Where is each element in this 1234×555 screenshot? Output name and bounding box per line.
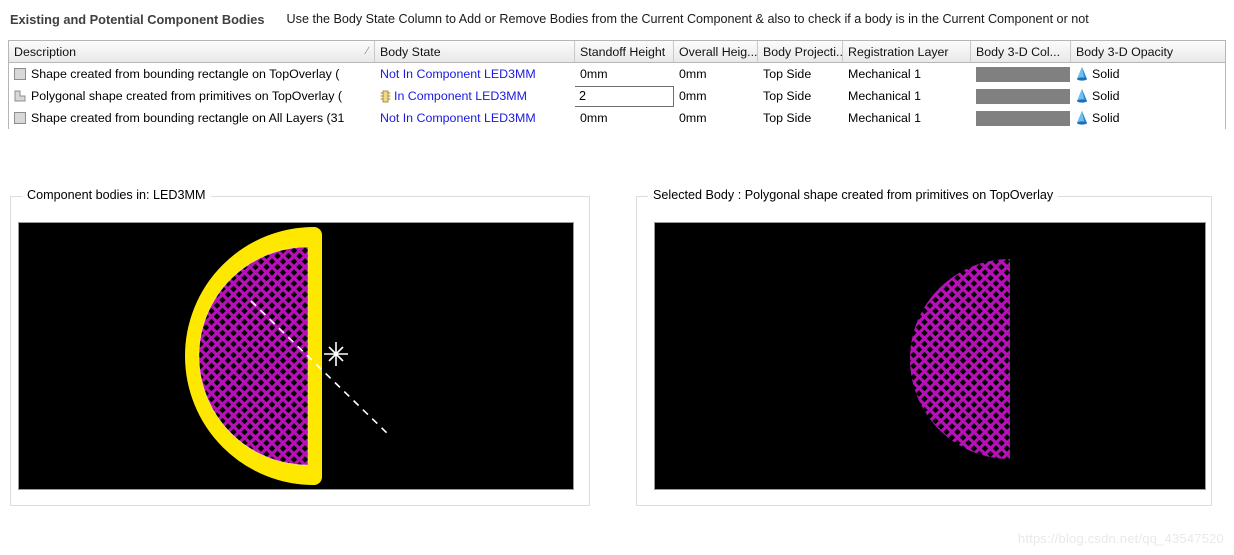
column-header-body-3d-color[interactable]: Body 3-D Col... (971, 41, 1071, 62)
page-header: Existing and Potential Component Bodies … (0, 0, 1234, 38)
selected-body-preview[interactable] (654, 222, 1206, 490)
cone-icon (1076, 111, 1088, 125)
cell-registration-layer[interactable]: Mechanical 1 (843, 85, 971, 107)
cell-standoff-height-text: 0mm (580, 111, 608, 125)
cell-description[interactable]: Shape created from bounding rectangle on… (9, 107, 375, 129)
component-bodies-group-label: Component bodies in: LED3MM (22, 188, 211, 202)
cell-body-projection-text: Top Side (763, 111, 812, 125)
cell-body-3d-opacity[interactable]: Solid (1071, 85, 1225, 107)
cell-body-state-text: Not In Component LED3MM (380, 67, 536, 81)
component-chip-icon (380, 90, 391, 103)
cell-body-projection[interactable]: Top Side (758, 63, 843, 85)
column-header-registration-layer[interactable]: Registration Layer (843, 41, 971, 62)
cell-registration-layer[interactable]: Mechanical 1 (843, 107, 971, 129)
column-header-description[interactable]: Description / (9, 41, 375, 62)
cell-registration-layer-text: Mechanical 1 (848, 67, 922, 81)
column-header-body-3d-opacity[interactable]: Body 3-D Opacity (1071, 41, 1225, 62)
column-header-overall-height[interactable]: Overall Heig... (674, 41, 758, 62)
table-row[interactable]: Polygonal shape created from primitives … (9, 85, 1225, 107)
cell-description-text: Shape created from bounding rectangle on… (31, 67, 340, 81)
cell-body-projection-text: Top Side (763, 89, 812, 103)
cell-registration-layer-text: Mechanical 1 (848, 89, 922, 103)
cone-icon (1076, 67, 1088, 81)
cell-body-3d-opacity-text: Solid (1092, 67, 1120, 81)
cell-body-state-text: In Component LED3MM (394, 89, 527, 103)
cell-standoff-height[interactable]: 0mm (575, 107, 674, 129)
cell-standoff-height-text: 0mm (580, 67, 608, 81)
column-header-body-state-label: Body State (380, 44, 441, 59)
column-header-standoff-height-label: Standoff Height (580, 44, 666, 59)
cell-description[interactable]: Polygonal shape created from primitives … (9, 85, 375, 107)
cell-body-3d-color[interactable] (971, 85, 1071, 107)
column-header-overall-height-label: Overall Heig... (679, 44, 758, 59)
cone-icon (1076, 89, 1088, 103)
table-row[interactable]: Shape created from bounding rectangle on… (9, 107, 1225, 129)
sort-indicator-icon: / (363, 45, 371, 57)
rectangle-shape-icon (14, 112, 26, 124)
cell-body-3d-opacity[interactable]: Solid (1071, 63, 1225, 85)
table-row[interactable]: Shape created from bounding rectangle on… (9, 63, 1225, 85)
polygon-shape-icon (14, 90, 26, 102)
cell-body-3d-opacity-text: Solid (1092, 111, 1120, 125)
color-swatch[interactable] (976, 110, 1070, 126)
cell-body-3d-opacity[interactable]: Solid (1071, 107, 1225, 129)
color-swatch[interactable] (976, 88, 1070, 104)
cell-body-3d-color[interactable] (971, 107, 1071, 129)
component-bodies-preview[interactable] (18, 222, 574, 490)
selected-body-preview-canvas (655, 223, 1205, 489)
cell-overall-height-text: 0mm (679, 67, 707, 81)
watermark: https://blog.csdn.net/qq_43547520 (1017, 531, 1224, 546)
column-header-body-projection[interactable]: Body Projecti... (758, 41, 843, 62)
column-header-body-state[interactable]: Body State (375, 41, 575, 62)
cell-overall-height[interactable]: 0mm (674, 85, 758, 107)
cell-body-state[interactable]: Not In Component LED3MM (375, 107, 575, 129)
cell-body-projection-text: Top Side (763, 67, 812, 81)
standoff-height-input[interactable]: 2 (575, 85, 674, 107)
cell-registration-layer-text: Mechanical 1 (848, 111, 922, 125)
cell-standoff-height[interactable]: 0mm (575, 63, 674, 85)
selected-body-group-label: Selected Body : Polygonal shape created … (648, 188, 1059, 202)
cell-body-state[interactable]: Not In Component LED3MM (375, 63, 575, 85)
cell-body-state-text: Not In Component LED3MM (380, 111, 536, 125)
component-bodies-preview-canvas (19, 223, 573, 489)
cell-body-state[interactable]: In Component LED3MM (375, 85, 575, 107)
column-header-registration-layer-label: Registration Layer (848, 44, 949, 59)
page-title: Existing and Potential Component Bodies (10, 11, 265, 27)
cell-body-3d-opacity-text: Solid (1092, 89, 1120, 103)
cell-description[interactable]: Shape created from bounding rectangle on… (9, 63, 375, 85)
cell-overall-height[interactable]: 0mm (674, 107, 758, 129)
column-header-body-projection-label: Body Projecti... (763, 44, 843, 59)
cell-body-projection[interactable]: Top Side (758, 85, 843, 107)
column-header-standoff-height[interactable]: Standoff Height (575, 41, 674, 62)
table-header-row: Description / Body State Standoff Height… (9, 41, 1225, 63)
cell-standoff-height[interactable]: 2 (575, 85, 674, 107)
cell-overall-height-text: 0mm (679, 111, 707, 125)
component-bodies-table: Description / Body State Standoff Height… (8, 40, 1226, 129)
cell-body-projection[interactable]: Top Side (758, 107, 843, 129)
column-header-description-label: Description (14, 44, 76, 59)
column-header-body-3d-opacity-label: Body 3-D Opacity (1076, 44, 1174, 59)
color-swatch[interactable] (976, 66, 1070, 82)
cell-registration-layer[interactable]: Mechanical 1 (843, 63, 971, 85)
cell-overall-height[interactable]: 0mm (674, 63, 758, 85)
cell-overall-height-text: 0mm (679, 89, 707, 103)
cell-body-3d-color[interactable] (971, 63, 1071, 85)
header-hint-text: Use the Body State Column to Add or Remo… (286, 12, 1089, 26)
column-header-body-3d-color-label: Body 3-D Col... (976, 44, 1061, 59)
cell-description-text: Shape created from bounding rectangle on… (31, 111, 345, 125)
rectangle-shape-icon (14, 68, 26, 80)
cell-description-text: Polygonal shape created from primitives … (31, 89, 343, 103)
